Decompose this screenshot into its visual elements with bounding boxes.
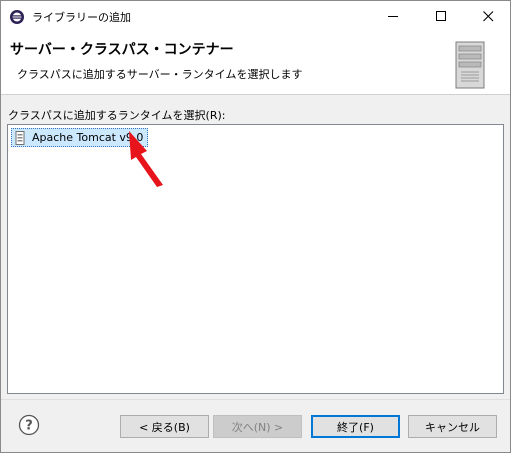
title-bar: ライブラリーの追加 <box>1 1 510 31</box>
annotation-arrow-icon <box>129 131 163 187</box>
help-icon[interactable]: ? <box>18 414 40 436</box>
add-library-dialog: ライブラリーの追加 サーバー・クラスパス・コンテナー クラスパスに追加するサーバ… <box>0 0 511 453</box>
minimize-icon <box>387 15 398 17</box>
jar-icon <box>15 130 25 145</box>
maximize-button[interactable] <box>419 1 463 31</box>
server-icon <box>455 41 485 89</box>
runtime-list-label: クラスパスに追加するランタイムを選択(R): <box>8 109 226 122</box>
eclipse-icon <box>10 10 24 24</box>
page-title: サーバー・クラスパス・コンテナー <box>10 42 234 58</box>
page-description: クラスパスに追加するサーバー・ランタイムを選択します <box>17 68 303 81</box>
svg-text:?: ? <box>25 419 33 434</box>
back-button[interactable]: < 戻る(B) <box>120 415 209 438</box>
close-button[interactable] <box>466 1 510 31</box>
wizard-banner: サーバー・クラスパス・コンテナー クラスパスに追加するサーバー・ランタイムを選択… <box>1 31 510 95</box>
cancel-button[interactable]: キャンセル <box>408 415 497 438</box>
next-button[interactable]: 次へ(N) > <box>213 415 302 438</box>
runtime-list[interactable]: Apache Tomcat v9.0 <box>7 124 504 394</box>
minimize-button[interactable] <box>371 1 415 31</box>
finish-button[interactable]: 終了(F) <box>311 415 400 438</box>
window-title: ライブラリーの追加 <box>32 11 131 24</box>
footer-divider <box>1 399 510 400</box>
maximize-icon <box>435 10 446 21</box>
close-icon <box>482 10 493 21</box>
